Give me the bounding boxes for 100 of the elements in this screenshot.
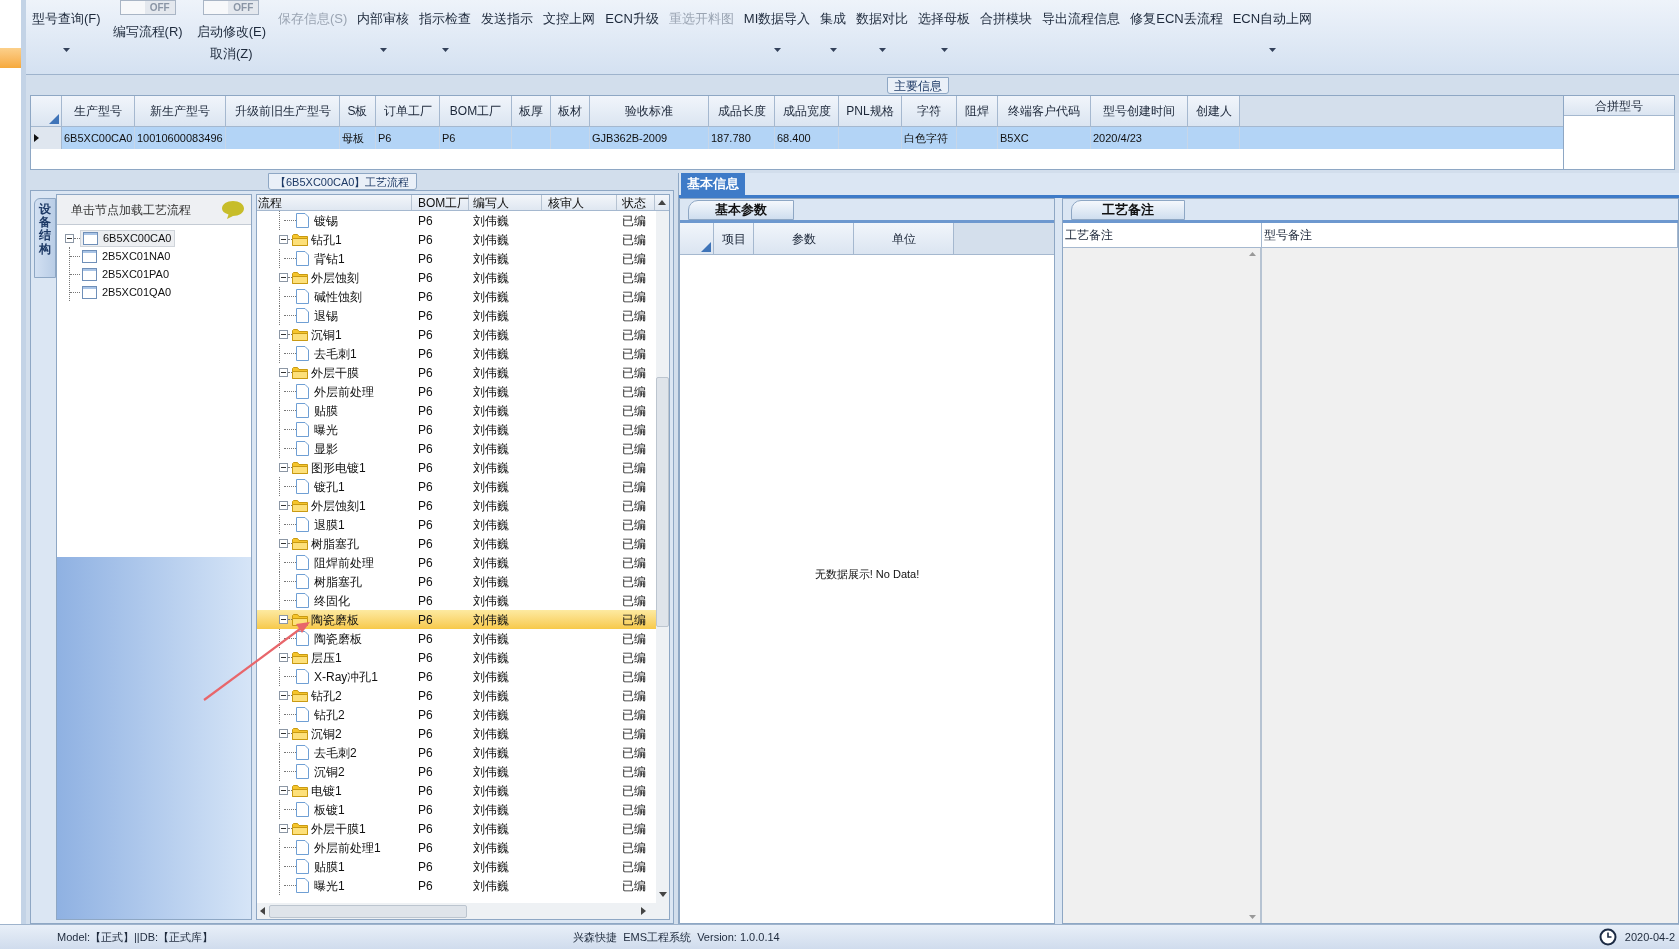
vertical-scrollbar[interactable] [656,211,669,903]
column-header[interactable]: 生产型号 [62,96,135,126]
flow-row[interactable]: 外层干膜 P6 刘伟巍 已编 [257,363,656,382]
table-row[interactable]: 6B5XC00CA0 10010600083496 母板 P6 P6 GJB362B-2009 187.780 68.400 白色字符 B5XC 2020/4/23 [31,127,1563,149]
collapse-icon[interactable] [279,615,288,624]
tab[interactable]: 基本参数 [688,200,794,220]
flow-row[interactable]: 碱性蚀刻 P6 刘伟巍 已编 [257,287,656,306]
flow-row[interactable]: 层压1 P6 刘伟巍 已编 [257,648,656,667]
toolbar-button[interactable]: 修复ECN丢流程 [1125,0,1228,58]
flow-row[interactable]: 树脂塞孔 P6 刘伟巍 已编 [257,534,656,553]
flow-row[interactable]: 显影 P6 刘伟巍 已编 [257,439,656,458]
flow-row[interactable]: 图形电镀1 P6 刘伟巍 已编 [257,458,656,477]
flow-row[interactable]: 外层蚀刻 P6 刘伟巍 已编 [257,268,656,287]
scroll-left-icon[interactable] [260,907,265,915]
collapse-icon[interactable] [279,368,288,377]
scroll-down-icon[interactable] [658,892,667,897]
column-header[interactable]: 板厚 [512,96,551,126]
tree-node[interactable]: 2B5XC01QA0 [80,283,174,301]
toolbar-button[interactable]: 文控上网 [538,0,601,58]
column-header[interactable]: 订单工厂 [376,96,440,126]
flow-row[interactable]: 外层蚀刻1 P6 刘伟巍 已编 [257,496,656,515]
toolbar-button[interactable]: ECN升级 [600,0,664,58]
vertical-tab[interactable]: 设备结构 [34,198,56,278]
flow-row[interactable]: 陶瓷磨板 P6 刘伟巍 已编 [257,629,656,648]
flow-row[interactable]: 贴膜1 P6 刘伟巍 已编 [257,857,656,876]
toolbar-button-label[interactable]: 编写流程(R) [112,22,183,42]
collapse-icon[interactable] [279,824,288,833]
toolbar-button[interactable]: 导出流程信息 [1037,0,1126,58]
column-header[interactable]: 成品宽度 [775,96,839,126]
horizontal-scrollbar[interactable] [257,903,669,919]
collapse-icon[interactable] [279,501,288,510]
toolbar-button[interactable]: 指示检查 [414,0,477,58]
column-header[interactable]: 项目 [714,223,754,254]
tab[interactable]: 工艺备注 [1071,200,1185,220]
flow-row[interactable]: 陶瓷磨板 P6 刘伟巍 已编 [257,610,656,629]
flow-row[interactable]: 贴膜 P6 刘伟巍 已编 [257,401,656,420]
flow-row[interactable]: 沉铜2 P6 刘伟巍 已编 [257,762,656,781]
tab[interactable]: 基本信息 [681,173,745,195]
flow-row[interactable]: 钻孔2 P6 刘伟巍 已编 [257,686,656,705]
column-header[interactable]: 板材 [551,96,590,126]
tree-node[interactable]: 6B5XC00CA0 [80,229,175,247]
column-header[interactable]: 参数 [754,223,854,254]
flow-row[interactable]: 镀锡 P6 刘伟巍 已编 [257,211,656,230]
flow-row[interactable]: 阻焊前处理 P6 刘伟巍 已编 [257,553,656,572]
toolbar-button[interactable]: 数据对比 [851,0,914,58]
selected-nav-marker[interactable] [0,48,21,68]
toolbar-button[interactable]: MI数据导入 [738,0,816,58]
collapse-icon[interactable] [279,463,288,472]
toolbar-button[interactable]: 选择母板 [913,0,976,58]
scroll-right-icon[interactable] [641,907,646,915]
flow-row[interactable]: 外层前处理1 P6 刘伟巍 已编 [257,838,656,857]
flow-row[interactable]: 曝光 P6 刘伟巍 已编 [257,420,656,439]
flow-row[interactable]: 背钻1 P6 刘伟巍 已编 [257,249,656,268]
column-header[interactable]: 成品长度 [709,96,775,126]
collapse-icon[interactable] [279,729,288,738]
flow-row[interactable]: 沉铜2 P6 刘伟巍 已编 [257,724,656,743]
collapse-icon[interactable] [279,539,288,548]
flow-row[interactable]: 去毛刺2 P6 刘伟巍 已编 [257,743,656,762]
column-header[interactable]: 新生产型号 [135,96,226,126]
collapse-icon[interactable] [279,235,288,244]
toolbar-button[interactable]: 合拼模块 [975,0,1038,58]
tree-node[interactable]: 2B5XC01NA0 [80,247,173,265]
column-header[interactable]: 核审人 [542,195,617,210]
toolbar-button[interactable]: 发送指示 [476,0,539,58]
flow-row[interactable]: 沉铜1 P6 刘伟巍 已编 [257,325,656,344]
column-header[interactable]: 流程 [257,195,412,210]
toolbar-button[interactable]: 型号查询(F) [27,0,106,58]
collapse-icon[interactable] [279,786,288,795]
column-header[interactable]: 状态 [617,195,655,210]
column-header[interactable]: 编写人 [469,195,542,210]
collapse-icon[interactable] [279,691,288,700]
collapse-icon[interactable] [279,653,288,662]
toolbar-button[interactable]: ECN自动上网 [1227,0,1318,58]
flow-row[interactable]: 退锡 P6 刘伟巍 已编 [257,306,656,325]
tree-node[interactable]: 2B5XC01PA0 [80,265,172,283]
column-header[interactable]: BOM工厂 [412,195,469,210]
flow-row[interactable]: 镀孔1 P6 刘伟巍 已编 [257,477,656,496]
column-header[interactable]: S板 [340,96,376,126]
flow-row[interactable]: 去毛刺1 P6 刘伟巍 已编 [257,344,656,363]
flow-row[interactable]: 电镀1 P6 刘伟巍 已编 [257,781,656,800]
column-header[interactable]: 终端客户代码 [998,96,1091,126]
column-header[interactable]: 字符 [902,96,957,126]
scroll-up-icon[interactable] [658,200,666,205]
flow-row[interactable]: 钻孔2 P6 刘伟巍 已编 [257,705,656,724]
column-header[interactable]: 合拼型号 [1564,96,1674,116]
column-header[interactable]: 验收标准 [590,96,709,126]
toolbar-button[interactable]: 内部审核 [352,0,415,58]
flow-row[interactable]: 退膜1 P6 刘伟巍 已编 [257,515,656,534]
column-header[interactable]: BOM工厂 [440,96,512,126]
column-header[interactable]: PNL规格 [839,96,902,126]
column-header[interactable]: 升级前旧生产型号 [226,96,340,126]
collapse-icon[interactable] [279,330,288,339]
column-header[interactable]: 阻焊 [957,96,998,126]
flow-row[interactable]: 树脂塞孔 P6 刘伟巍 已编 [257,572,656,591]
collapse-icon[interactable] [65,233,74,243]
toolbar-button-label[interactable]: 启动修改(E) [196,22,266,42]
column-header[interactable]: 型号创建时间 [1091,96,1188,126]
column-header[interactable]: 工艺备注 [1063,223,1262,247]
collapse-icon[interactable] [279,273,288,282]
flow-row[interactable]: 外层前处理 P6 刘伟巍 已编 [257,382,656,401]
